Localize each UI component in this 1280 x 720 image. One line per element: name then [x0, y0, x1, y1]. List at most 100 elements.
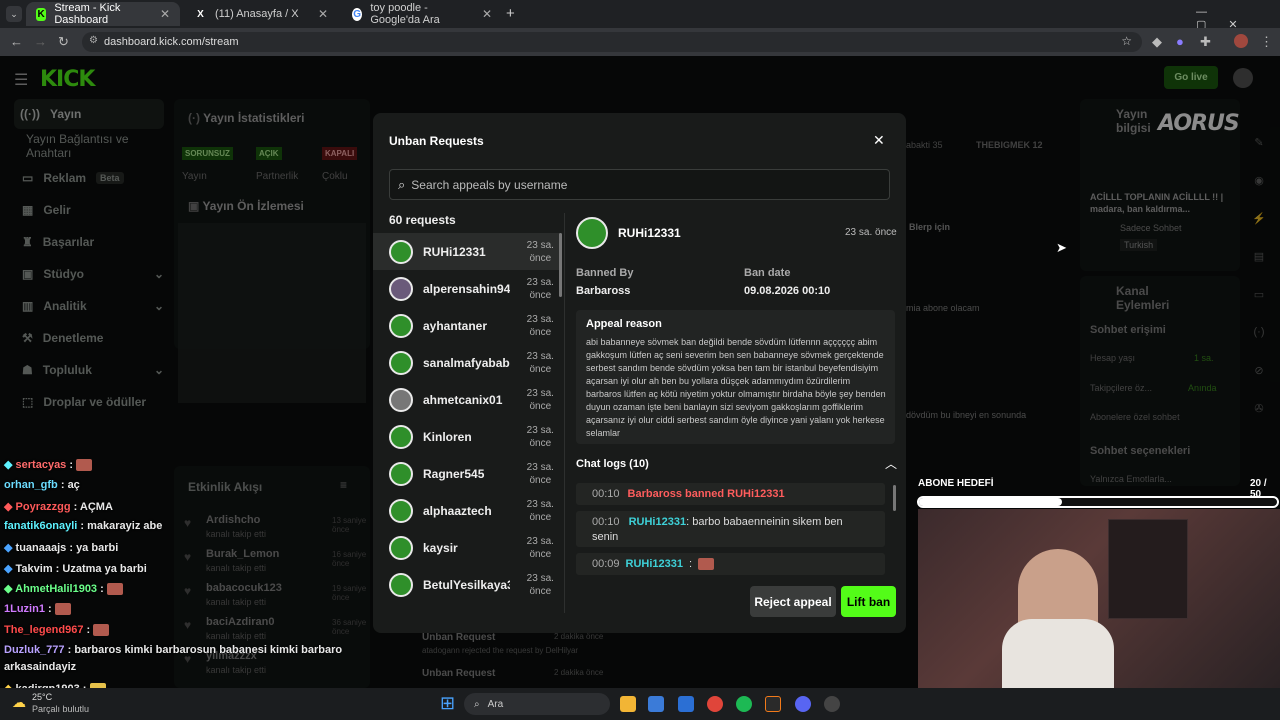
- request-item[interactable]: kaysir 23 sa. önce: [373, 529, 561, 566]
- chat-log-entry: 00:09 RUHi12331:: [576, 553, 885, 575]
- user-avatar: [389, 387, 413, 412]
- discord-icon[interactable]: [795, 696, 811, 712]
- search-icon: ⌕: [398, 176, 406, 192]
- weather-icon[interactable]: ☁: [12, 694, 26, 711]
- badge-icon: ◆: [4, 563, 13, 575]
- stream-chat-overlay: ◆ sertacyas : orhan_gfb : aç ◆ Poyrazzgg…: [0, 456, 343, 696]
- mouse-cursor-icon: ➤: [1056, 240, 1067, 255]
- emote-icon: [54, 603, 71, 616]
- modal-title: Unban Requests: [389, 134, 484, 148]
- request-count: 60 requests: [389, 213, 456, 227]
- store-icon[interactable]: [648, 696, 664, 712]
- chat-message: Duzluk_777 : barbaros kimki barbarosun b…: [4, 644, 343, 656]
- webcam-feed: [918, 509, 1280, 689]
- bookmark-star-icon[interactable]: ☆: [1121, 34, 1132, 48]
- chat-message: The_legend967 :: [4, 624, 110, 637]
- browser-menu-icon[interactable]: ⋮: [1260, 34, 1273, 50]
- forward-icon[interactable]: →: [34, 34, 47, 49]
- user-avatar: [389, 350, 413, 375]
- chat-message: arkasaindayiz: [4, 661, 77, 673]
- chevron-up-icon[interactable]: ︿: [885, 455, 897, 472]
- badge-icon: ◆: [4, 542, 13, 554]
- detail-time: 23 sa. önce: [845, 227, 897, 238]
- tab-x[interactable]: X (11) Anasayfa / X ✕: [184, 2, 338, 26]
- chat-message: orhan_gfb : aç: [4, 479, 80, 491]
- tab-google[interactable]: G toy poodle - Google'da Ara ✕: [342, 2, 502, 26]
- request-item[interactable]: ahmetcanix01 23 sa. önce: [373, 381, 561, 418]
- request-item[interactable]: RUHi12331 23 sa. önce: [373, 233, 561, 270]
- app-icon[interactable]: [824, 696, 840, 712]
- chat-message: fanatik6onayli : makarayiz abe: [4, 520, 163, 532]
- emote-icon: [93, 624, 110, 637]
- appeal-reason-text: abi babanneye sövmek ban değildi bende s…: [586, 337, 886, 438]
- user-avatar: [389, 572, 413, 597]
- weather-temp: 25°C: [32, 692, 53, 702]
- request-item[interactable]: alphaaztech 23 sa. önce: [373, 492, 561, 529]
- sub-goal-label: ABONE HEDEFİ: [918, 478, 994, 489]
- emote-icon: [76, 459, 93, 472]
- back-icon[interactable]: ←: [10, 34, 23, 49]
- chat-message: 1Luzin1 :: [4, 603, 71, 616]
- chat-message: ◆ Takvim : Uzatma ya barbi: [4, 563, 147, 575]
- tab-list-icon[interactable]: ⌄: [6, 6, 22, 22]
- taskbar-search[interactable]: ⌕ Ara: [464, 693, 610, 715]
- x-favicon-icon: X: [197, 8, 204, 20]
- chat-message: ◆ tuanaaajs : ya barbi: [4, 542, 119, 554]
- close-tab-icon[interactable]: ✕: [318, 7, 328, 21]
- profile-avatar[interactable]: [1234, 34, 1248, 48]
- app-icon[interactable]: [765, 696, 781, 712]
- badge-icon: ◆: [4, 583, 13, 595]
- address-toolbar: ← → ↻ ⚙ dashboard.kick.com/stream ☆ ◆ ● …: [0, 28, 1280, 56]
- appeal-reason-label: Appeal reason: [586, 318, 662, 330]
- tab-title: Stream - Kick Dashboard: [54, 2, 121, 26]
- extensions-puzzle-icon[interactable]: ✚: [1200, 34, 1211, 50]
- url-text: dashboard.kick.com/stream: [104, 36, 239, 48]
- close-tab-icon[interactable]: ✕: [482, 7, 492, 21]
- request-item[interactable]: Ragner545 23 sa. önce: [373, 455, 561, 492]
- user-avatar: [389, 239, 413, 264]
- file-explorer-icon[interactable]: [620, 696, 636, 712]
- request-item[interactable]: alperensahin94 23 sa. önce: [373, 270, 561, 307]
- list-scrollbar[interactable]: [559, 233, 562, 297]
- sub-goal-bar: [917, 496, 1279, 508]
- weather-desc: Parçalı bulutlu: [32, 704, 90, 714]
- badge-icon: ◆: [4, 459, 13, 471]
- tab-kick-dashboard[interactable]: K Stream - Kick Dashboard ✕: [26, 2, 180, 26]
- user-avatar: [389, 498, 413, 523]
- extension-icon[interactable]: ◆: [1152, 34, 1162, 50]
- reject-appeal-button[interactable]: Reject appeal: [750, 586, 836, 617]
- chat-message: ◆ Poyrazzgg : AÇMA: [4, 501, 113, 513]
- close-tab-icon[interactable]: ✕: [160, 7, 170, 21]
- spotify-icon[interactable]: [736, 696, 752, 712]
- mail-icon[interactable]: [678, 696, 694, 712]
- appeal-search-input[interactable]: ⌕ Search appeals by username: [389, 169, 890, 200]
- url-bar[interactable]: ⚙ dashboard.kick.com/stream ☆: [82, 32, 1142, 52]
- request-item[interactable]: sanalmafyababasiii23 sa. önce: [373, 344, 561, 381]
- new-tab-icon[interactable]: +: [506, 5, 515, 22]
- windows-taskbar: ☁ 25°C Parçalı bulutlu ⊞ ⌕ Ara: [0, 688, 1280, 720]
- close-icon[interactable]: ✕: [873, 132, 885, 149]
- ban-date-label: Ban date: [744, 267, 791, 279]
- search-icon: ⌕: [474, 698, 480, 710]
- lift-ban-button[interactable]: Lift ban: [841, 586, 896, 617]
- unban-requests-modal: Unban Requests ✕ ⌕ Search appeals by use…: [373, 113, 906, 633]
- user-avatar: [389, 461, 413, 486]
- banned-by-value: Barbaross: [576, 285, 631, 297]
- logs-scrollbar[interactable]: [893, 485, 896, 511]
- site-info-icon[interactable]: ⚙: [89, 35, 98, 46]
- chrome-icon[interactable]: [707, 696, 723, 712]
- badge-icon: ◆: [4, 501, 13, 513]
- ban-date-value: 09.08.2026 00:10: [744, 285, 831, 297]
- request-list: RUHi12331 23 sa. önce alperensahin94 23 sa…: [373, 233, 561, 619]
- chat-log-entry: 00:10 RUHi12331: barbo babaenneinin sike…: [576, 511, 885, 547]
- windows-start-icon[interactable]: ⊞: [440, 693, 455, 714]
- extension-icon[interactable]: ●: [1176, 34, 1184, 49]
- emote-icon: [106, 583, 123, 596]
- google-favicon-icon: G: [352, 7, 363, 21]
- request-item[interactable]: Kinloren 23 sa. önce: [373, 418, 561, 455]
- tab-title: (11) Anasayfa / X: [215, 8, 299, 20]
- request-item[interactable]: BetulYesilkaya3233423 sa. önce: [373, 566, 561, 603]
- request-item[interactable]: ayhantaner 23 sa. önce: [373, 307, 561, 344]
- reload-icon[interactable]: ↻: [58, 34, 69, 50]
- divider: [564, 213, 565, 613]
